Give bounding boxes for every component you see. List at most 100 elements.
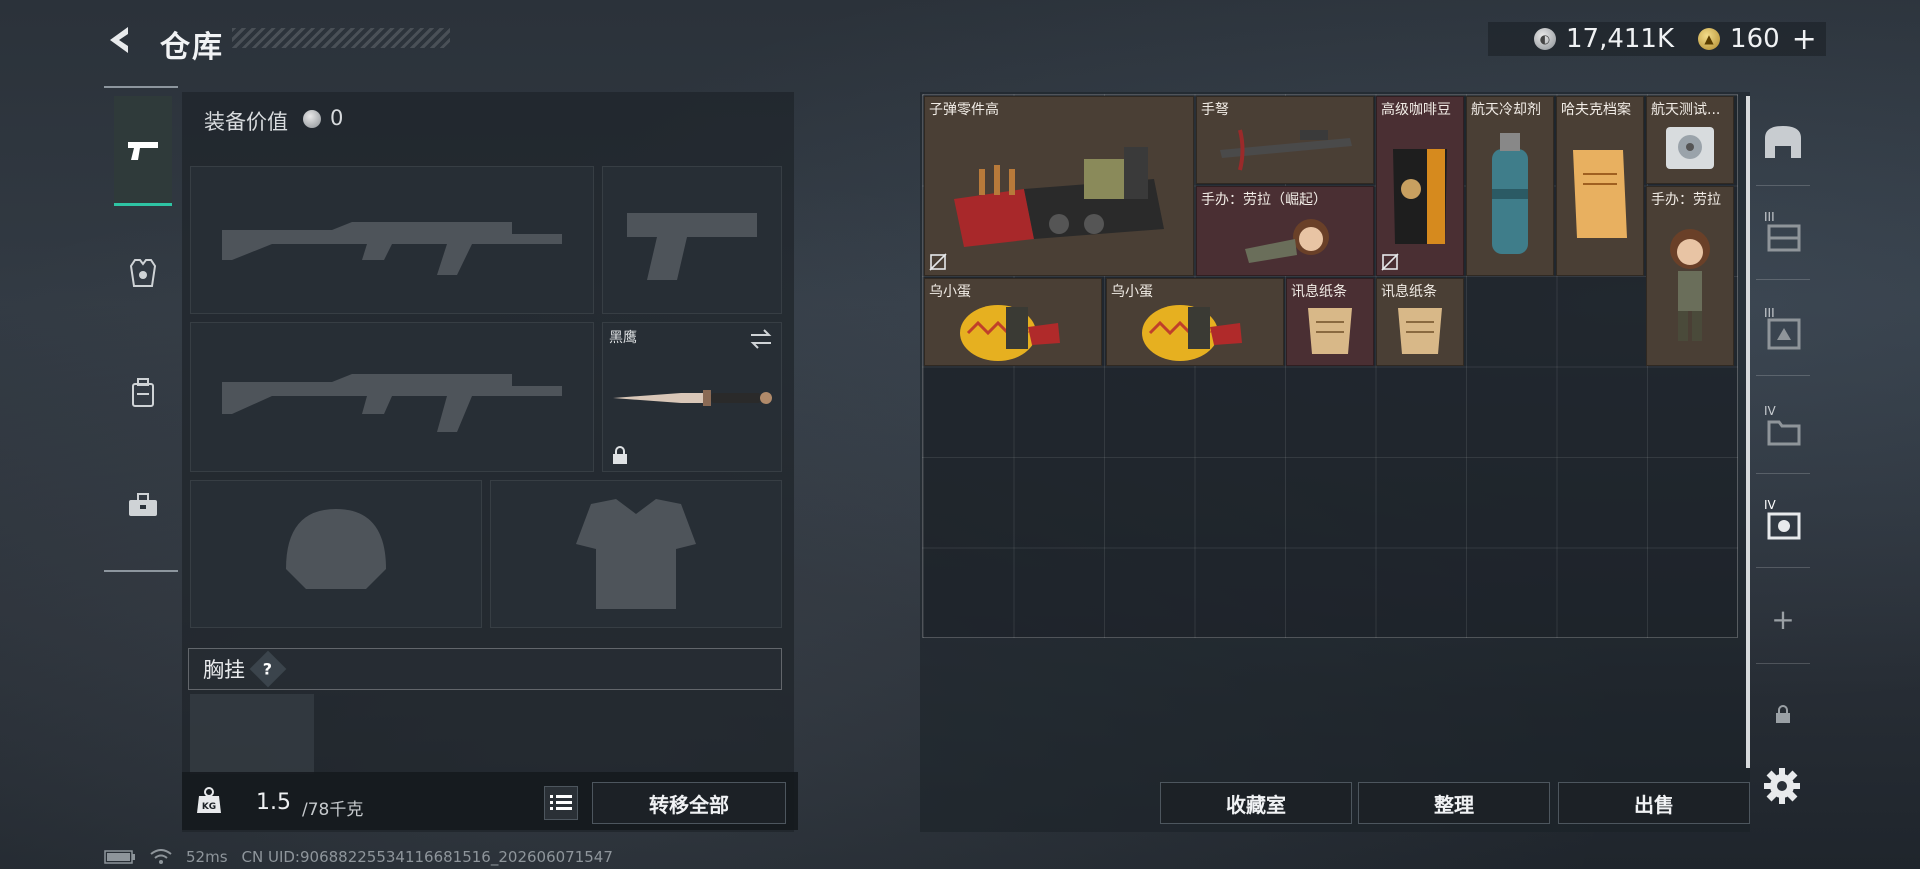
list-icon: [550, 795, 572, 810]
lock-icon: [613, 446, 627, 464]
item-name: 航天测试...: [1651, 102, 1721, 118]
settings-gear-icon[interactable]: [1762, 766, 1802, 806]
currency-bar: ◐ 17,411K ▲ 160 +: [1488, 22, 1826, 57]
coolant-tank-icon: [1492, 133, 1528, 254]
item-name: 手办：劳拉: [1651, 192, 1721, 208]
chest-rig-slot[interactable]: [190, 694, 314, 774]
silver-coin-icon: [303, 110, 321, 128]
battery-icon: [104, 850, 135, 864]
helmet-silhouette-icon: [286, 509, 386, 589]
body-armor-slot[interactable]: [490, 480, 782, 628]
lock-icon: [1776, 705, 1790, 723]
item-name: 子弹零件高: [929, 102, 999, 118]
loadout-category-tabs: [104, 86, 178, 572]
item-name: 航天冷却剂: [1471, 102, 1541, 118]
item-name: 哈夫克档案: [1561, 102, 1631, 118]
item-message-note-2[interactable]: 讯息纸条: [1376, 278, 1464, 366]
weight-icon: KG: [197, 787, 221, 813]
tab-armor[interactable]: [114, 218, 172, 328]
ping-text: 52ms: [186, 848, 228, 866]
rifle-silhouette-icon: [222, 374, 562, 432]
list-view-button[interactable]: [544, 786, 578, 820]
figure-icon: [1245, 219, 1329, 263]
backpack-icon: [132, 378, 154, 407]
safe-icon: [1765, 125, 1801, 158]
silver-coin-icon: ◐: [1534, 28, 1556, 50]
item-lara-figure-rising[interactable]: 手办：劳拉（崛起）: [1196, 186, 1374, 276]
tab-toolbox[interactable]: [114, 450, 172, 560]
crossbow-icon: [1220, 129, 1352, 171]
add-currency-button[interactable]: +: [1792, 22, 1817, 57]
tab-weapons[interactable]: [114, 96, 172, 206]
title-decoration: [232, 28, 450, 48]
tab-container-3a[interactable]: III: [1756, 192, 1810, 280]
item-crossbow[interactable]: 手弩: [1196, 96, 1374, 184]
ammo-crate-icon: [954, 147, 1164, 247]
item-name: 讯息纸条: [1381, 284, 1437, 300]
coffee-bag-icon: [1393, 149, 1447, 244]
help-button[interactable]: ?: [249, 650, 287, 688]
sort-button[interactable]: 整理: [1358, 782, 1550, 824]
item-premium-coffee[interactable]: 高级咖啡豆: [1376, 96, 1464, 276]
item-name: 讯息纸条: [1291, 284, 1347, 300]
equipment-value-label: 装备价值: [204, 110, 288, 134]
egg-figure-icon: [1142, 305, 1242, 361]
note-paper-icon: [1308, 308, 1352, 354]
silver-balance: 17,411K: [1566, 24, 1675, 54]
stash-scrollbar[interactable]: [1746, 96, 1750, 768]
melee-slot[interactable]: 黑鹰: [602, 322, 782, 472]
uid-text: CN UID:9068822553411668​1516_20260607154…: [241, 848, 613, 866]
disk-drive-icon: [1666, 127, 1714, 169]
chest-rig-header: 胸挂 ?: [188, 648, 782, 690]
no-share-icon: [929, 253, 947, 271]
back-arrow-icon[interactable]: [104, 24, 136, 56]
knife-icon: [613, 390, 772, 406]
figure-icon: [1670, 229, 1710, 341]
svg-text:KG: KG: [202, 802, 216, 812]
tab-backpack[interactable]: [114, 338, 172, 448]
secondary-weapon-slot[interactable]: [190, 322, 594, 472]
current-weight: 1.5: [256, 790, 291, 815]
item-wu-egg-1[interactable]: 乌小蛋: [924, 278, 1102, 366]
toolbox-icon: [129, 493, 157, 516]
chest-rig-label: 胸挂: [203, 658, 245, 682]
primary-weapon-slot[interactable]: [190, 166, 594, 314]
item-aerospace-test[interactable]: 航天测试...: [1646, 96, 1734, 184]
max-weight: /78千克: [302, 800, 364, 820]
sell-button[interactable]: 出售: [1558, 782, 1750, 824]
item-name: 手办：劳拉（崛起）: [1201, 192, 1327, 208]
item-name: 高级咖啡豆: [1381, 102, 1451, 118]
status-bar: 52ms CN UID:9068822553411668​1516_202606…: [104, 848, 613, 866]
item-haavk-archive[interactable]: 哈夫克档案: [1556, 96, 1644, 276]
helmet-slot[interactable]: [190, 480, 482, 628]
transfer-all-button[interactable]: 转移全部: [592, 782, 786, 824]
armor-silhouette-icon: [576, 499, 696, 609]
egg-figure-icon: [960, 305, 1060, 361]
pistol-icon: [128, 141, 158, 160]
document-folder-icon: [1573, 150, 1627, 238]
melee-item-name: 黑鹰: [609, 330, 637, 346]
item-ammo-parts[interactable]: 子弹零件高: [924, 96, 1194, 276]
item-lara-figure[interactable]: 手办：劳拉: [1646, 186, 1734, 366]
rifle-silhouette-icon: [222, 222, 562, 275]
equipment-value: 0: [330, 106, 344, 130]
collection-room-button[interactable]: 收藏室: [1160, 782, 1352, 824]
swap-icon[interactable]: [749, 329, 773, 349]
item-aerospace-coolant[interactable]: 航天冷却剂: [1466, 96, 1554, 276]
add-container-button[interactable]: +: [1756, 576, 1810, 664]
item-wu-egg-2[interactable]: 乌小蛋: [1106, 278, 1284, 366]
tab-container-4a[interactable]: IV: [1756, 386, 1810, 474]
page-title: 仓库: [160, 30, 224, 65]
pistol-slot[interactable]: [602, 166, 782, 314]
stash-container-tabs: III III IV IV +: [1756, 92, 1810, 772]
locked-slot[interactable]: [1756, 670, 1810, 758]
no-share-icon: [1381, 253, 1399, 271]
armor-vest-icon: [130, 259, 156, 287]
tab-main-stash[interactable]: [1756, 98, 1810, 186]
tab-container-4b[interactable]: IV: [1756, 480, 1810, 568]
note-paper-icon: [1398, 308, 1442, 354]
gold-balance: 160: [1730, 24, 1780, 54]
tab-container-3b[interactable]: III: [1756, 288, 1810, 376]
item-message-note-1[interactable]: 讯息纸条: [1286, 278, 1374, 366]
wifi-icon: [150, 849, 172, 864]
